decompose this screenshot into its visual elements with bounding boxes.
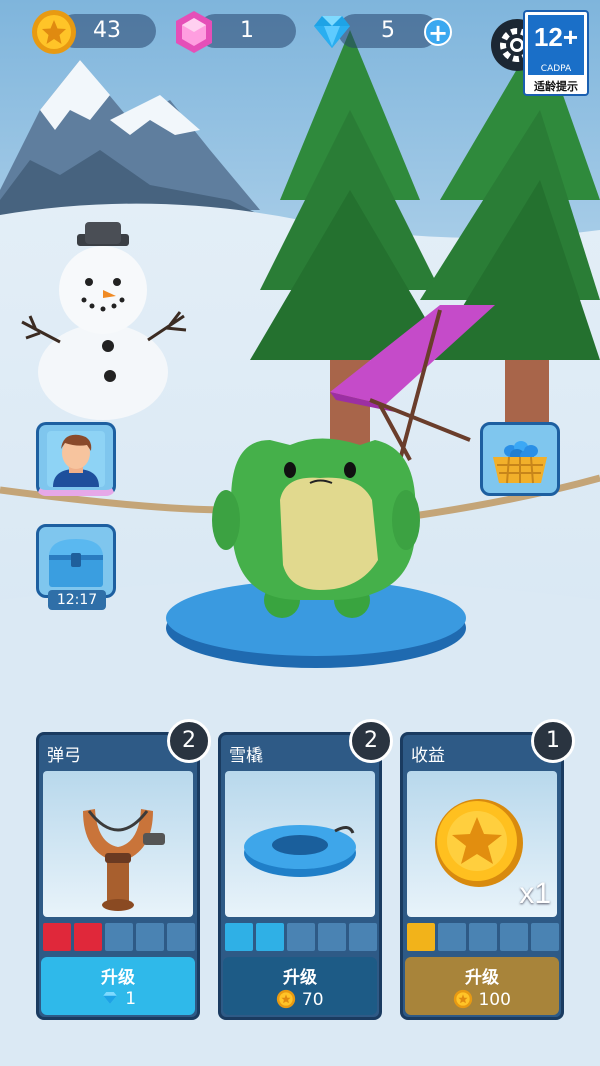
upgrade-button[interactable]: 升级 1 bbox=[41, 957, 195, 1015]
level-pips bbox=[225, 923, 377, 951]
snow-tube-icon bbox=[244, 825, 356, 877]
upgrade-label: 升级 bbox=[101, 968, 135, 988]
level-pip-empty bbox=[531, 923, 559, 951]
card-image: x1 bbox=[407, 771, 557, 917]
shop-basket-button[interactable] bbox=[480, 422, 560, 496]
card-image bbox=[43, 771, 193, 917]
upgrade-card-slingshot[interactable]: 弹弓 2 升级 1 bbox=[36, 719, 211, 1020]
level-pip-empty bbox=[500, 923, 528, 951]
level-pip-filled bbox=[43, 923, 71, 951]
level-pips bbox=[43, 923, 195, 951]
card-title: 雪橇 bbox=[229, 746, 263, 766]
age-rating-org: CADPA bbox=[528, 63, 584, 75]
upgrade-button[interactable]: 升级 100 bbox=[405, 957, 559, 1015]
level-badge: 2 bbox=[167, 719, 211, 763]
level-pip-empty bbox=[438, 923, 466, 951]
level-badge: 2 bbox=[349, 719, 393, 763]
level-pip-empty bbox=[318, 923, 346, 951]
upgrade-label: 升级 bbox=[465, 968, 499, 988]
card-image bbox=[225, 771, 375, 917]
upgrade-cost-value: 1 bbox=[125, 989, 137, 1009]
age-rating-label: 适龄提示 bbox=[534, 80, 578, 93]
slingshot-icon bbox=[83, 809, 165, 911]
treasure-chest-button[interactable] bbox=[36, 524, 116, 598]
level-pip-empty bbox=[287, 923, 315, 951]
upgrade-cost: 1 bbox=[41, 989, 195, 1009]
level-pip-filled bbox=[407, 923, 435, 951]
diamond-icon bbox=[103, 992, 117, 1004]
level-pip-empty bbox=[469, 923, 497, 951]
coin-icon bbox=[453, 989, 473, 1009]
upgrade-button[interactable]: 升级 70 bbox=[223, 957, 377, 1015]
upgrade-label: 升级 bbox=[283, 968, 317, 988]
level-pip-filled bbox=[74, 923, 102, 951]
chest-timer: 12:17 bbox=[48, 590, 106, 610]
level-badge: 1 bbox=[531, 719, 575, 763]
add-currency-button[interactable]: + bbox=[424, 18, 452, 46]
level-pip-empty bbox=[349, 923, 377, 951]
level-pip-filled bbox=[256, 923, 284, 951]
level-pip-empty bbox=[105, 923, 133, 951]
treasure-chest-icon bbox=[49, 539, 103, 587]
diamond-icon bbox=[314, 16, 350, 48]
level-pips bbox=[407, 923, 559, 951]
upgrade-cost: 70 bbox=[223, 989, 377, 1010]
avatar-icon bbox=[47, 431, 105, 487]
level-pip-empty bbox=[167, 923, 195, 951]
upgrade-card-sled[interactable]: 雪橇 2 升级 70 bbox=[218, 719, 393, 1020]
level-pip-filled bbox=[225, 923, 253, 951]
upgrade-cost-value: 70 bbox=[301, 990, 324, 1010]
upgrade-cost: 100 bbox=[405, 989, 559, 1010]
coin-icon bbox=[277, 989, 296, 1009]
income-multiplier: x1 bbox=[519, 877, 551, 910]
age-rating-badge[interactable]: 12+ CADPA 适龄提示 bbox=[523, 10, 589, 96]
card-title: 收益 bbox=[411, 746, 445, 766]
level-pip-empty bbox=[136, 923, 164, 951]
card-title: 弹弓 bbox=[47, 746, 81, 766]
coin-icon bbox=[32, 10, 76, 54]
age-rating-number: 12+ bbox=[528, 15, 584, 63]
upgrade-card-income[interactable]: 收益 1 x1 升级 100 bbox=[400, 719, 575, 1020]
profile-button[interactable] bbox=[36, 422, 116, 496]
basket-icon bbox=[493, 441, 547, 484]
pink-gem-icon bbox=[176, 11, 212, 53]
upgrade-cost-value: 100 bbox=[478, 990, 511, 1010]
